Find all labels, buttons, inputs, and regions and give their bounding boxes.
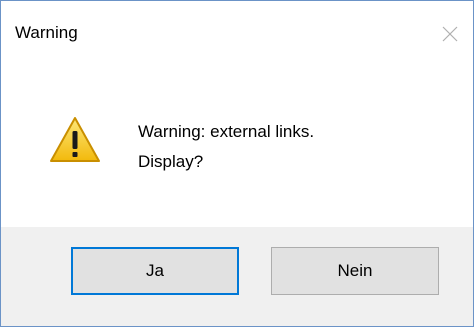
message-line-2: Display? — [138, 152, 204, 171]
message-text: Warning: external links. Display? — [138, 117, 314, 177]
close-icon — [442, 26, 458, 42]
warning-dialog: Warning Warning: external links. Display… — [0, 0, 474, 327]
message-line-1: Warning: external links. — [138, 122, 315, 141]
close-button[interactable] — [427, 11, 473, 57]
title-bar: Warning — [1, 1, 473, 61]
no-button[interactable]: Nein — [271, 247, 439, 295]
window-title: Warning — [15, 23, 78, 42]
warning-icon — [50, 117, 100, 162]
dialog-content: Warning: external links. Display? — [1, 61, 473, 227]
yes-button[interactable]: Ja — [71, 247, 239, 295]
button-bar: Ja Nein — [1, 227, 473, 326]
